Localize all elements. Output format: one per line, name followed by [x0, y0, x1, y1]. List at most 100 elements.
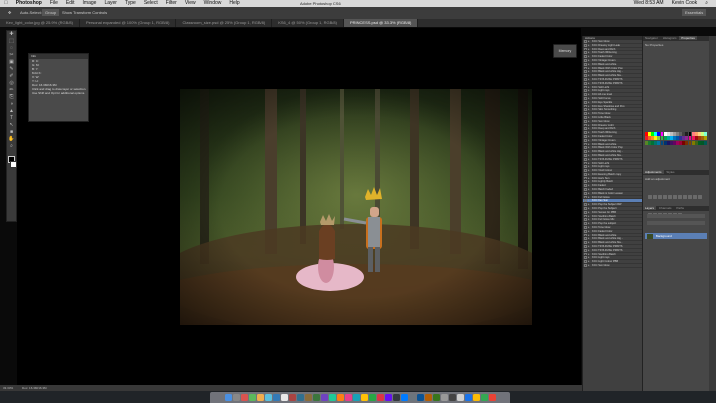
document-tab[interactable]: Classroom_size.psd @ 25% (Group 1, RGB/8… [176, 19, 273, 27]
dock-app-icon[interactable] [352, 394, 360, 401]
tab-layers[interactable]: Layers [643, 206, 657, 210]
move-tool-icon[interactable]: ✥ [8, 7, 11, 19]
dock-app-icon[interactable] [264, 394, 272, 401]
expand-triangle-icon[interactable]: ▸ [588, 264, 590, 267]
dock-app-icon[interactable] [232, 394, 240, 401]
tool-icon[interactable]: T [7, 115, 16, 122]
document-tab[interactable]: Kev_light_color.jpg @ 25.9% (RGB/8) [0, 19, 80, 27]
action-toggle-checkbox[interactable] [584, 188, 587, 191]
panel-scrollbar[interactable] [709, 36, 716, 391]
dock-app-icon[interactable] [320, 394, 328, 401]
adjustment-icon[interactable] [657, 194, 662, 199]
action-toggle-checkbox[interactable] [584, 74, 587, 78]
tool-icon[interactable]: ✎ [7, 66, 16, 73]
menu-type[interactable]: Type [121, 0, 140, 7]
action-toggle-checkbox[interactable] [584, 172, 587, 176]
action-toggle-checkbox[interactable] [584, 180, 587, 184]
menu-image[interactable]: Image [79, 0, 101, 7]
action-toggle-checkbox[interactable] [584, 165, 587, 169]
auto-select-checkbox[interactable]: Auto-Select: [20, 7, 42, 19]
action-toggle-checkbox[interactable] [584, 226, 587, 229]
tool-icon[interactable]: ↖ [7, 122, 16, 129]
action-toggle-checkbox[interactable] [584, 214, 587, 218]
tool-icon[interactable]: ◌ [7, 45, 16, 52]
dock-app-icon[interactable] [368, 394, 376, 401]
tool-icon[interactable]: ⬚ [7, 38, 16, 45]
action-row[interactable]: ▸ KCC Sun Glow [583, 264, 642, 268]
dock-app-icon[interactable] [304, 394, 312, 401]
action-toggle-checkbox[interactable] [584, 93, 587, 97]
zoom-readout[interactable]: 33.33% [0, 386, 13, 390]
action-toggle-checkbox[interactable] [584, 222, 587, 226]
action-toggle-checkbox[interactable] [584, 115, 587, 119]
adjustment-icon[interactable] [682, 194, 687, 199]
action-toggle-checkbox[interactable] [584, 85, 587, 89]
dock-app-icon[interactable] [472, 394, 480, 401]
menu-layer[interactable]: Layer [100, 0, 121, 7]
layer-row-background[interactable]: Background [645, 233, 707, 239]
action-toggle-checkbox[interactable] [584, 218, 587, 222]
action-toggle-checkbox[interactable] [584, 207, 587, 210]
action-toggle-checkbox[interactable] [584, 233, 587, 237]
menu-file[interactable]: File [46, 0, 62, 7]
action-toggle-checkbox[interactable] [584, 58, 587, 62]
action-toggle-checkbox[interactable] [584, 70, 587, 74]
tool-icon[interactable]: ✚ [7, 31, 16, 38]
dock-app-icon[interactable] [288, 394, 296, 401]
action-toggle-checkbox[interactable] [584, 260, 587, 264]
tool-icon[interactable]: ✋ [7, 136, 16, 143]
action-toggle-checkbox[interactable] [584, 77, 587, 81]
action-toggle-checkbox[interactable] [584, 184, 587, 188]
action-toggle-checkbox[interactable] [584, 161, 587, 165]
dock-app-icon[interactable] [416, 394, 424, 401]
action-toggle-checkbox[interactable] [584, 176, 587, 180]
doc-size-readout[interactable]: Doc: 16.3M/16.3M [14, 386, 47, 390]
dock-app-icon[interactable] [344, 394, 352, 401]
action-toggle-checkbox[interactable] [584, 252, 587, 256]
menu-window[interactable]: Window [200, 0, 226, 7]
action-toggle-checkbox[interactable] [584, 119, 587, 123]
auto-select-dropdown[interactable]: Group [42, 9, 60, 16]
adjustment-icon[interactable] [692, 194, 697, 199]
tool-icon[interactable]: ✏ [7, 87, 16, 94]
menu-photoshop[interactable]: Photoshop [12, 0, 46, 7]
apple-menu-icon[interactable]:  [0, 0, 12, 7]
action-toggle-checkbox[interactable] [584, 81, 587, 85]
dock-app-icon[interactable] [272, 394, 280, 401]
tool-icon[interactable]: ◑ [7, 101, 16, 108]
tab-styles[interactable]: Styles [664, 170, 676, 174]
action-toggle-checkbox[interactable] [584, 237, 587, 241]
dock-app-icon[interactable] [440, 394, 448, 401]
action-toggle-checkbox[interactable] [584, 210, 587, 214]
menu-help[interactable]: Help [225, 0, 243, 7]
action-toggle-checkbox[interactable] [584, 199, 587, 203]
dock-app-icon[interactable] [240, 394, 248, 401]
dock-app-icon[interactable] [328, 394, 336, 401]
dock-app-icon[interactable] [376, 394, 384, 401]
dock-app-icon[interactable] [248, 394, 256, 401]
blend-mode-select[interactable] [647, 221, 705, 225]
menubar-user[interactable]: Kevin Cook [668, 0, 702, 7]
action-toggle-checkbox[interactable] [584, 146, 587, 150]
tab-paths[interactable]: Paths [674, 206, 686, 210]
background-color-swatch[interactable] [10, 161, 17, 168]
dock-app-icon[interactable] [312, 394, 320, 401]
menu-view[interactable]: View [181, 0, 200, 7]
tool-icon[interactable]: ◎ [7, 80, 16, 87]
action-toggle-checkbox[interactable] [584, 66, 587, 70]
action-toggle-checkbox[interactable] [584, 150, 587, 153]
dock-app-icon[interactable] [488, 394, 496, 401]
tool-icon[interactable]: ✂ [7, 52, 16, 59]
action-toggle-checkbox[interactable] [584, 104, 587, 108]
action-toggle-checkbox[interactable] [584, 108, 587, 112]
tab-properties[interactable]: Properties [679, 36, 697, 40]
document-tab[interactable]: KS6_4 @ 50% (Group 1, RGB/8) [272, 19, 344, 27]
action-toggle-checkbox[interactable] [584, 55, 587, 59]
action-toggle-checkbox[interactable] [584, 264, 587, 267]
action-toggle-checkbox[interactable] [584, 134, 587, 138]
document-tab[interactable]: PRINCESS.psd @ 33.3% (RGB/8) [343, 19, 419, 27]
dock-app-icon[interactable] [256, 394, 264, 401]
action-toggle-checkbox[interactable] [584, 195, 587, 199]
action-toggle-checkbox[interactable] [584, 229, 587, 233]
action-toggle-checkbox[interactable] [584, 142, 587, 146]
